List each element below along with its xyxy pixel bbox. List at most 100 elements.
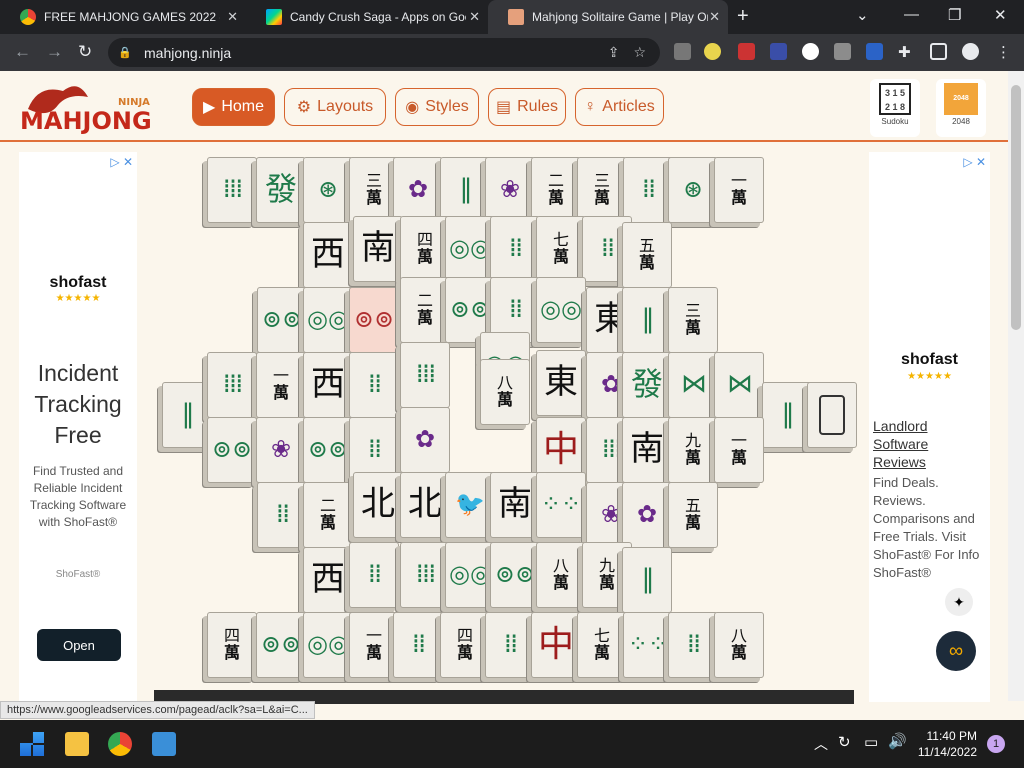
mahjong-tile[interactable]: 二萬 [531, 157, 581, 223]
extension-icon[interactable] [704, 43, 721, 60]
mahjong-tile[interactable]: 東 [536, 350, 586, 416]
extension-icon[interactable] [738, 43, 755, 60]
mahjong-tile[interactable]: ⊛ [303, 157, 353, 223]
mahjong-tile[interactable]: ◎◎ [445, 216, 495, 282]
mahjong-tile[interactable]: ⁞⁞ [257, 482, 307, 548]
chrome-taskbar-icon[interactable] [108, 732, 132, 756]
ad-choices-icon[interactable]: ▷ ✕ [963, 155, 986, 169]
mahjong-tile[interactable]: ‖ [762, 382, 812, 448]
chat-bubble-icon[interactable]: ✦ [945, 588, 973, 616]
tray-chevron-icon[interactable]: ︿ [814, 734, 828, 754]
mahjong-tile[interactable]: ⋈ [714, 352, 764, 418]
mahjong-tile[interactable]: 四萬 [440, 612, 490, 678]
mahjong-tile[interactable]: 三萬 [349, 157, 399, 223]
browser-tab-active[interactable]: Mahjong Solitaire Game | Play On ✕ [488, 0, 728, 34]
windows-start-icon[interactable] [20, 732, 44, 756]
close-tab-icon[interactable]: ✕ [227, 9, 238, 25]
mahjong-tile[interactable]: ◎◎ [303, 612, 353, 678]
mahjong-tile[interactable]: ⊚⊚ [303, 417, 353, 483]
profile-avatar-icon[interactable] [962, 43, 979, 60]
sync-icon[interactable]: ↻ [838, 733, 851, 751]
mahjong-tile[interactable]: 五萬 [668, 482, 718, 548]
mahjong-tile[interactable]: 八萬 [480, 359, 530, 425]
nav-home-button[interactable]: ▶ Home [192, 88, 275, 126]
mahjong-tile[interactable]: ⁞⁞ [485, 612, 535, 678]
left-ad-panel[interactable]: ▷ ✕ shofast ★★★★★ Incident Tracking Free… [19, 152, 137, 702]
forward-icon[interactable]: → [46, 42, 63, 62]
mahjong-ninja-logo[interactable]: MAHJONG NINJA [18, 79, 168, 135]
mahjong-tile[interactable]: ❀ [256, 417, 306, 483]
mahjong-tile[interactable]: 三萬 [668, 287, 718, 353]
mahjong-tile[interactable]: 八萬 [536, 542, 586, 608]
share-icon[interactable]: ⇪ [608, 44, 620, 61]
mahjong-tile[interactable]: ⁞⁞ [393, 612, 443, 678]
right-ad-panel[interactable]: ▷ ✕ shofast ★★★★★ Landlord Software Revi… [869, 152, 990, 702]
nav-articles-button[interactable]: ♀ Articles [575, 88, 664, 126]
mahjong-tile[interactable]: ⊛ [668, 157, 718, 223]
minimize-icon[interactable]: — [904, 6, 919, 23]
mahjong-tile[interactable]: ⊚⊚ [490, 542, 540, 608]
puzzle-icon[interactable]: ✚ [898, 43, 915, 61]
mahjong-tile[interactable]: 南 [490, 472, 540, 538]
nav-rules-button[interactable]: ▤ Rules [488, 88, 566, 126]
mahjong-tile[interactable]: ‖ [622, 547, 672, 613]
mahjong-tile[interactable]: 八萬 [714, 612, 764, 678]
mahjong-tile[interactable]: 一萬 [256, 352, 306, 418]
close-window-icon[interactable]: ✕ [994, 6, 1007, 24]
mahjong-tile[interactable]: ‖ [440, 157, 490, 223]
mahjong-tile[interactable]: ⁞⁞⁞ [400, 342, 450, 408]
mahjong-tile[interactable] [807, 382, 857, 448]
mahjong-tile[interactable]: ⁞⁞ [668, 612, 718, 678]
mahjong-tile[interactable]: 西 [303, 222, 353, 288]
mahjong-tile[interactable]: ⊚⊚ [256, 612, 306, 678]
close-tab-icon[interactable]: ✕ [469, 9, 480, 25]
mahjong-tile[interactable]: 北 [400, 472, 450, 538]
mahjong-tile[interactable]: ⋈ [668, 352, 718, 418]
mahjong-tile[interactable]: 二萬 [303, 482, 353, 548]
mahjong-tile[interactable]: ⁞⁞⁞ [207, 157, 257, 223]
mahjong-tile[interactable]: 三萬 [577, 157, 627, 223]
mahjong-tile[interactable]: 北 [353, 472, 403, 538]
mahjong-tile[interactable]: ⁞⁞⁞ [400, 542, 450, 608]
mahjong-tile[interactable]: 南 [353, 216, 403, 282]
mahjong-tile[interactable]: ⁘⁘ [623, 612, 673, 678]
ad-choices-icon[interactable]: ▷ ✕ [110, 155, 133, 169]
mahjong-tile[interactable]: ❀ [485, 157, 535, 223]
mahjong-tile[interactable]: ⁞⁞ [349, 352, 399, 418]
new-tab-button[interactable]: + [737, 5, 749, 28]
mahjong-tile[interactable]: ◎◎ [536, 277, 586, 343]
remote-desktop-icon[interactable] [152, 732, 176, 756]
mahjong-tile[interactable]: 七萬 [536, 216, 586, 282]
mahjong-tile[interactable]: ◎◎ [445, 542, 495, 608]
mahjong-tile[interactable]: 二萬 [400, 277, 450, 343]
volume-icon[interactable]: 🔊 [888, 732, 907, 750]
mahjong-tile[interactable]: 五萬 [622, 222, 672, 288]
extension-icon[interactable] [834, 43, 851, 60]
mahjong-tile[interactable]: ✿ [400, 407, 450, 473]
reload-icon[interactable]: ↻ [78, 42, 92, 62]
mahjong-tile[interactable]: ⊚⊚ [207, 417, 257, 483]
mahjong-tile[interactable]: ⁞⁞ [349, 542, 399, 608]
mahjong-tile[interactable]: ⊚⊚ [349, 287, 399, 353]
mahjong-tile[interactable]: 四萬 [400, 216, 450, 282]
taskbar-clock[interactable]: 11:40 PM 11/14/2022 [918, 728, 977, 760]
mahjong-tile[interactable]: 🐦 [445, 472, 495, 538]
mahjong-tile[interactable]: 中 [531, 612, 581, 678]
mahjong-tile[interactable]: 西 [303, 547, 353, 613]
menu-icon[interactable]: ⋮ [996, 43, 1013, 61]
close-tab-icon[interactable]: ✕ [709, 9, 720, 25]
mahjong-tile[interactable]: 一萬 [349, 612, 399, 678]
floating-link-icon[interactable]: ∞ [936, 631, 976, 671]
mahjong-tile[interactable]: ✿ [393, 157, 443, 223]
mahjong-tile[interactable]: 四萬 [207, 612, 257, 678]
extension-icon[interactable] [866, 43, 883, 60]
ad-open-button[interactable]: Open [37, 629, 121, 661]
mahjong-tile[interactable]: ⊚⊚ [257, 287, 307, 353]
extension-icon[interactable] [674, 43, 691, 60]
mahjong-tile[interactable]: 一萬 [714, 417, 764, 483]
restore-icon[interactable]: ❐ [948, 6, 961, 24]
side-panel-icon[interactable] [930, 43, 947, 60]
mahjong-tile[interactable]: ⁘⁘ [536, 472, 586, 538]
mahjong-tile[interactable]: ⁞⁞ [623, 157, 673, 223]
address-bar[interactable]: 🔒 mahjong.ninja ⇪ ☆ [108, 38, 660, 67]
